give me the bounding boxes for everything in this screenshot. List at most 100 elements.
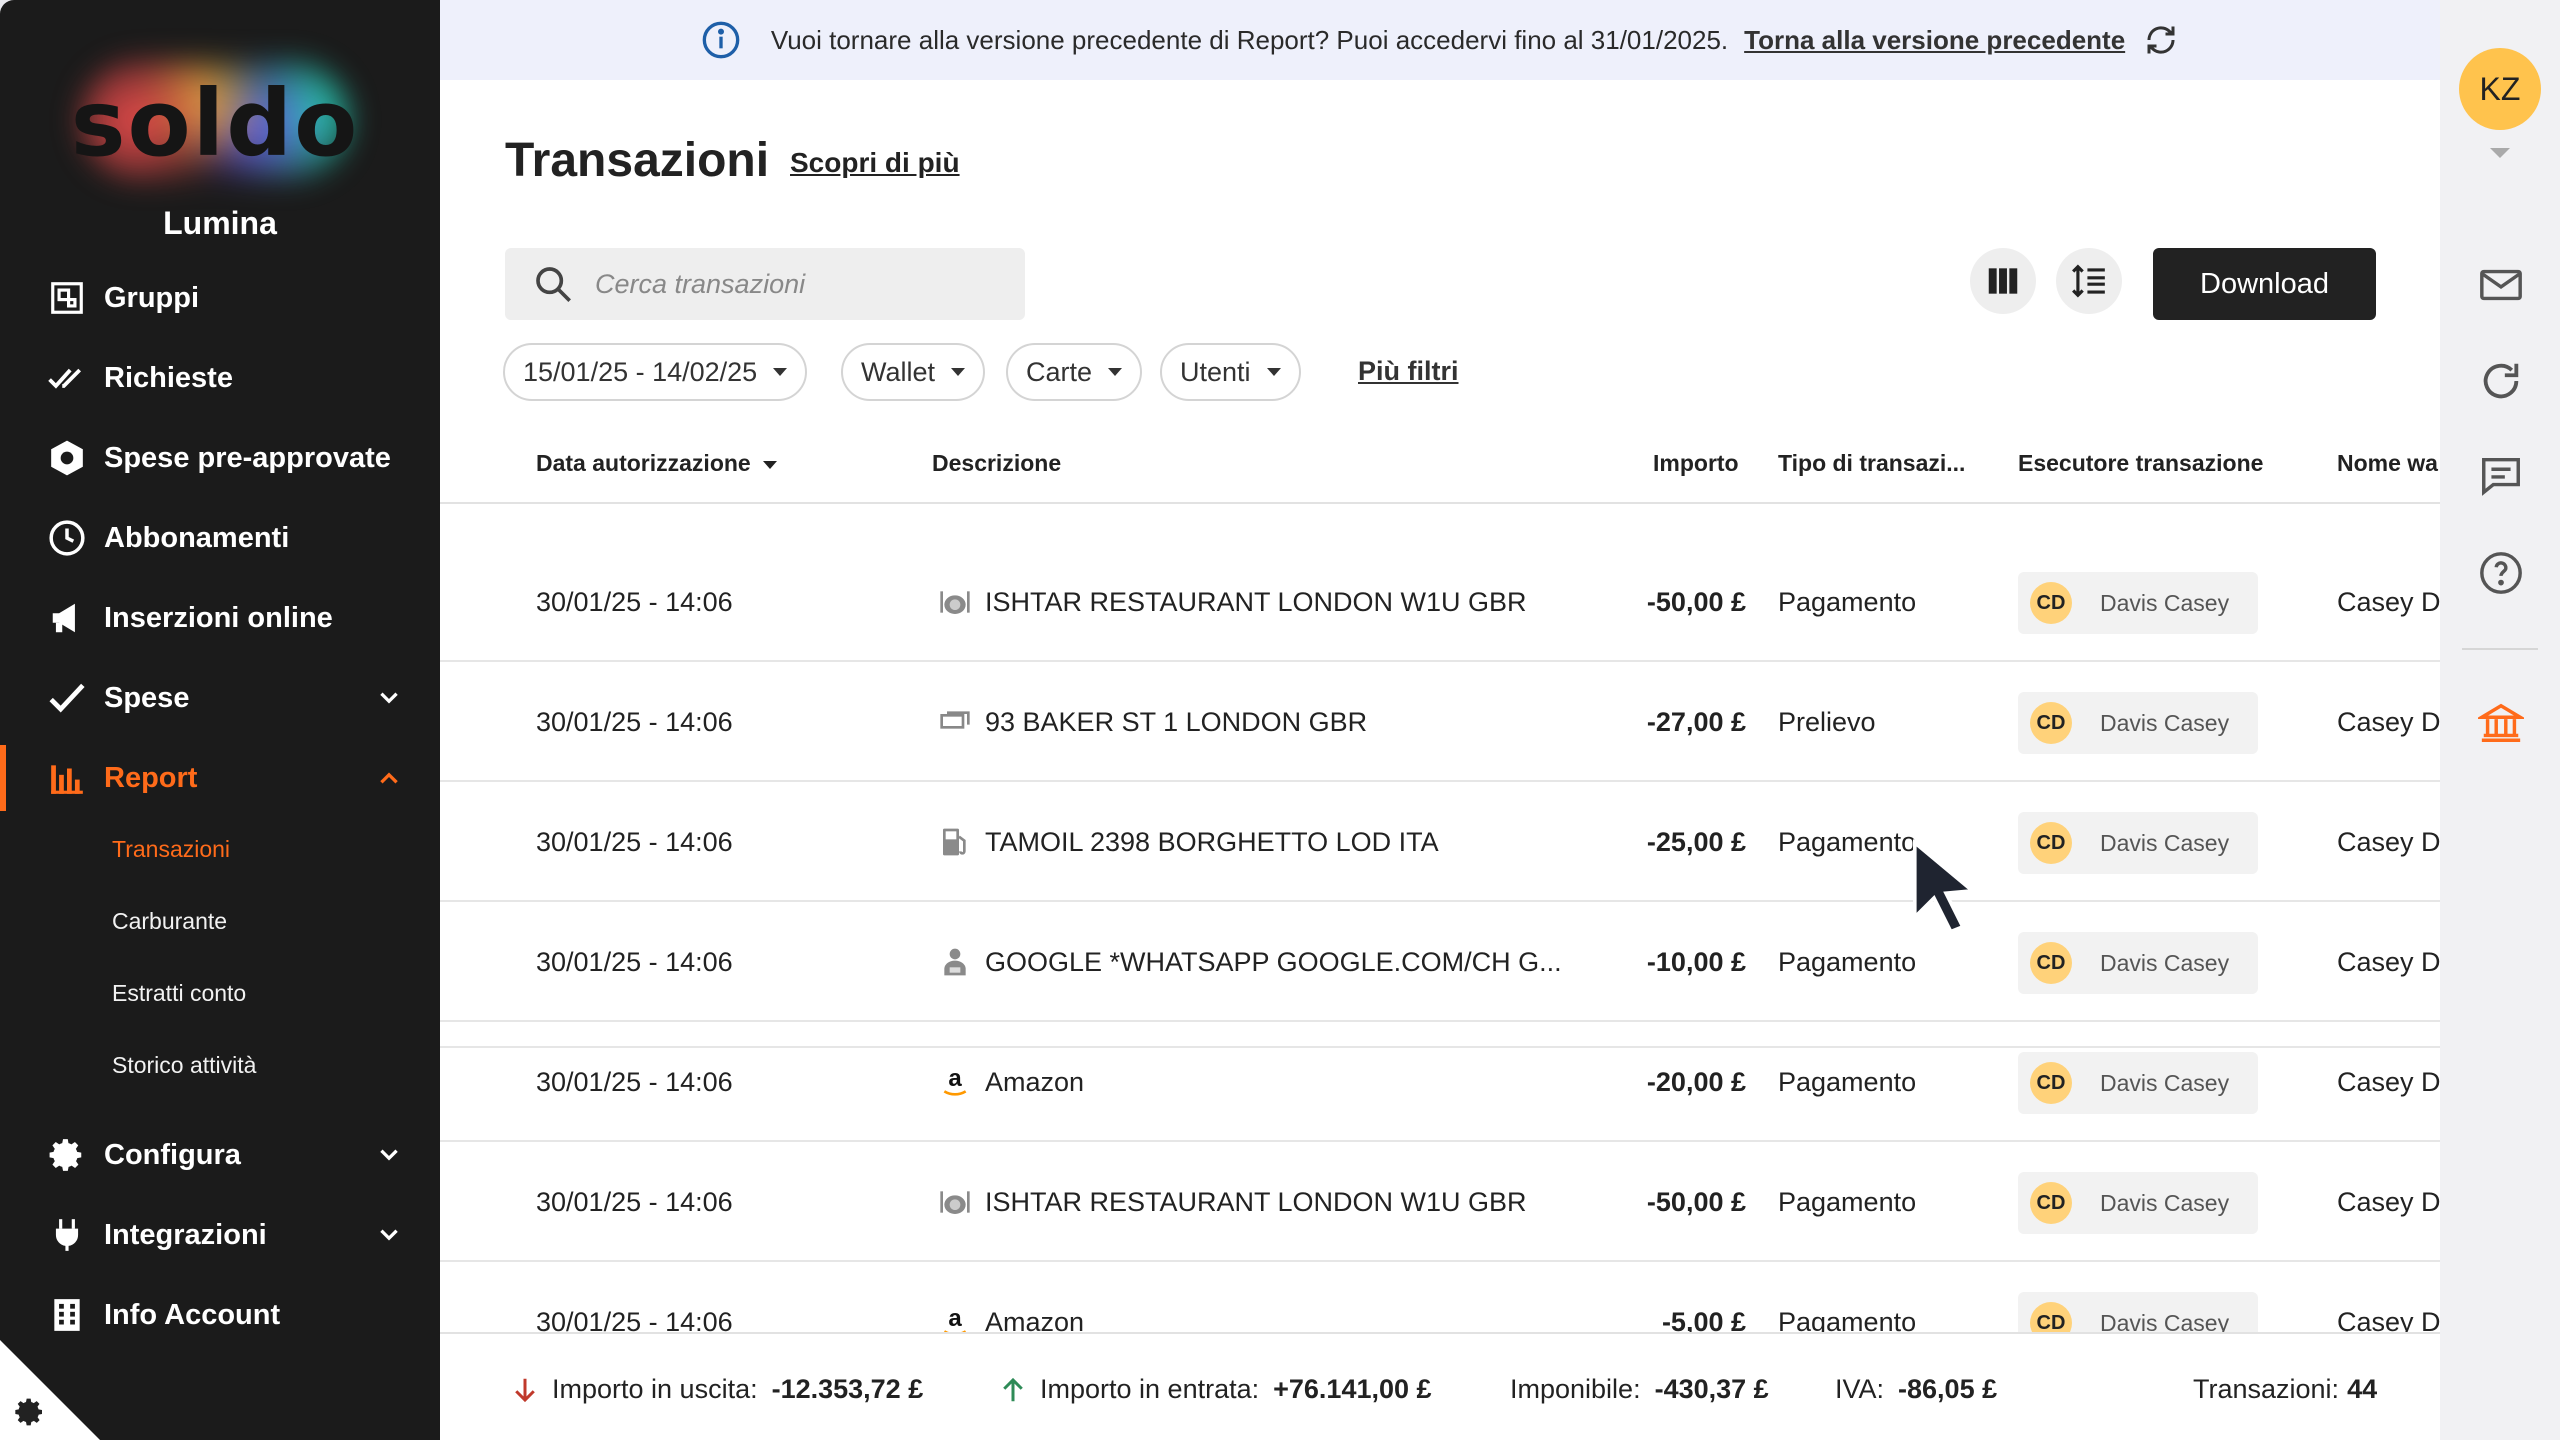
executor-chip[interactable]: CD Davis Casey [2018,572,2258,634]
arrow-up-icon [1003,1377,1023,1401]
executor-name: Davis Casey [2100,709,2230,736]
cell-description: Amazon [985,1306,1085,1333]
nav-richieste[interactable]: Richieste [0,343,440,413]
search-box[interactable] [505,248,1025,320]
info-banner: Vuoi tornare alla versione precedente di… [440,0,2440,80]
executor-name: Davis Casey [2100,829,2230,856]
executor-chip[interactable]: CD Davis Casey [2018,812,2258,874]
subnav-estratti-conto[interactable]: Estratti conto [112,980,246,1007]
search-icon [536,267,571,302]
user-avatar[interactable]: KZ [2459,48,2541,130]
sidebar: soldo Lumina Gruppi Richieste Spese pre-… [0,0,440,1440]
table-row[interactable]: 30/01/25 - 14:06 GOOGLE *WHATSAPP GOOGLE.… [440,902,2440,1022]
svg-text:a: a [948,1066,962,1092]
mail-icon[interactable] [2478,262,2524,308]
taxable-total: Imponibile: -430,37 £ [1510,1374,1769,1404]
cell-date: 30/01/25 - 14:06 [536,1306,733,1333]
executor-name: Davis Casey [2100,949,2230,976]
nav-abbonamenti[interactable]: Abbonamenti [0,503,440,573]
date-range-filter[interactable]: 15/01/25 - 14/02/25 [503,343,808,401]
nav-report[interactable]: Report [0,743,440,813]
cell-type: Pagamento [1778,826,1917,857]
check-icon [49,683,85,713]
bank-icon[interactable] [2478,700,2524,746]
groups-icon [51,282,83,314]
nav-info-account[interactable]: Info Account [0,1280,440,1350]
mouse-cursor-icon [1913,838,1977,934]
density-button[interactable] [2056,248,2122,314]
subnav-carburante[interactable]: Carburante [112,908,227,935]
more-filters-link[interactable]: Più filtri [1358,356,1459,387]
nav-inserzioni-online[interactable]: Inserzioni online [0,583,440,653]
caret-down-icon[interactable] [2490,148,2510,158]
wallet-filter[interactable]: Wallet [841,343,986,401]
right-rail: KZ [2440,0,2560,1440]
bar-chart-icon [51,765,83,794]
col-amount[interactable]: Importo [1653,450,1739,477]
restaurant-icon [938,1142,972,1262]
chat-icon[interactable] [2478,452,2524,498]
executor-chip[interactable]: CD Davis Casey [2018,692,2258,754]
table-body: 30/01/25 - 14:06 ISHTAR RESTAURANT LONDON… [440,506,2440,1332]
col-executor[interactable]: Esecutore transazione [2018,450,2263,477]
col-description[interactable]: Descrizione [932,450,1061,477]
table-row[interactable]: 30/01/25 - 14:06 93 BAKER ST 1 LONDON GBR… [440,662,2440,782]
megaphone-icon [52,603,75,633]
executor-chip[interactable]: CD Davis Casey [2018,1052,2258,1114]
nav-integrazioni[interactable]: Integrazioni [0,1200,440,1270]
learn-more-link[interactable]: Scopri di più [790,147,960,179]
executor-chip[interactable]: CD Davis Casey [2018,1172,2258,1234]
download-button[interactable]: Download [2153,248,2376,320]
subnav-storico-attivita[interactable]: Storico attività [112,1052,256,1079]
soldo-logo[interactable]: soldo [70,60,360,180]
executor-chip[interactable]: CD Davis Casey [2018,1292,2258,1332]
fuel-icon [938,782,972,902]
nav-spese-pre-approvate[interactable]: Spese pre-approvate [0,423,440,493]
page-title: Transazioni [505,134,770,187]
plug-icon [55,1219,79,1251]
incoming-total: Importo in entrata: +76.141,00 £ [998,1374,1432,1405]
table-row[interactable]: 30/01/25 - 14:06 ISHTAR RESTAURANT LONDON… [440,542,2440,662]
caret-down-icon [1108,368,1123,376]
executor-avatar: CD [2030,822,2072,864]
cell-type: Pagamento [1778,1186,1917,1217]
executor-avatar: CD [2030,702,2072,744]
cell-wallet: Casey Da [2337,1186,2440,1217]
col-type[interactable]: Tipo di transazi... [1778,450,1965,477]
summary-bar: Importo in uscita: -12.353,72 £ Importo i… [440,1332,2440,1440]
banner-link[interactable]: Torna alla versione precedente [1744,25,2125,56]
table-row[interactable]: 30/01/25 - 14:06 ISHTAR RESTAURANT LONDON… [440,1142,2440,1262]
nav-gruppi[interactable]: Gruppi [0,263,440,333]
nav-configura[interactable]: Configura [0,1120,440,1190]
table-row[interactable]: 30/01/25 - 14:06 a Amazon -20,00 £ Pagamento… [440,1022,2440,1142]
columns-icon [1988,268,2018,294]
executor-chip[interactable]: CD Davis Casey [2018,932,2258,994]
col-date[interactable]: Data autorizzazione [536,450,778,477]
cell-amount: -25,00 £ [1646,826,1746,857]
cell-wallet: Casey Da [2337,1066,2440,1097]
help-icon[interactable] [2478,550,2524,596]
subnav-transazioni[interactable]: Transazioni [112,836,230,863]
person-icon [938,902,972,1022]
executor-name: Davis Casey [2100,1189,2230,1216]
amazon-icon: a [938,1022,972,1142]
restaurant-icon [938,542,972,662]
refresh-icon[interactable] [2478,358,2524,404]
search-input[interactable] [595,268,995,300]
cell-type: Pagamento [1778,946,1917,977]
refresh-icon[interactable] [2143,22,2179,58]
double-check-icon [48,368,82,389]
nav-label: Configura [104,1138,241,1171]
table-row[interactable]: 30/01/25 - 14:06 a Amazon -5,00 £ Pagamento C… [440,1262,2440,1332]
users-filter[interactable]: Utenti [1160,343,1301,401]
cell-date: 30/01/25 - 14:06 [536,1066,733,1097]
executor-avatar: CD [2030,1182,2072,1224]
cards-filter[interactable]: Carte [1006,343,1143,401]
cell-description: ISHTAR RESTAURANT LONDON W1U GBR [985,586,1527,617]
columns-button[interactable] [1970,248,2036,314]
col-wallet[interactable]: Nome wa [2337,450,2438,477]
settings-corner[interactable] [0,1340,100,1440]
table-row[interactable]: 30/01/25 - 14:06 TAMOIL 2398 BORGHETTO LO… [440,782,2440,902]
logo-text: soldo [70,70,360,177]
nav-spese[interactable]: Spese [0,663,440,733]
